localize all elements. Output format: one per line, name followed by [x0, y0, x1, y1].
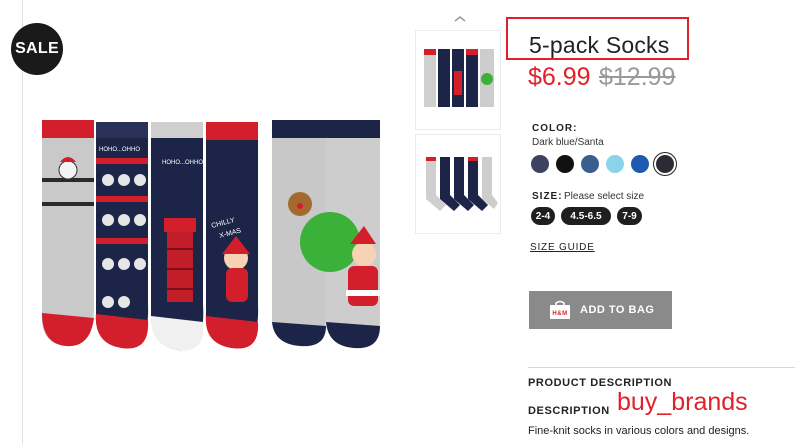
description-divider: [528, 367, 795, 368]
color-swatch-4[interactable]: [606, 155, 624, 173]
product-title: 5-pack Socks: [529, 32, 670, 58]
size-label: SIZE:: [532, 191, 563, 202]
sock-3: HOHO...OHHO: [150, 122, 203, 351]
size-option-label: 7-9: [622, 210, 637, 222]
sock-2: HOHO...OHHO: [95, 122, 149, 349]
color-swatch-5[interactable]: [631, 155, 649, 173]
sock-5-6: [272, 120, 380, 349]
color-swatch-6-selected[interactable]: [656, 155, 674, 173]
add-to-bag-label: ADD TO BAG: [580, 304, 655, 316]
sale-badge-label: SALE: [15, 40, 59, 57]
size-hint: Please select size: [564, 191, 645, 202]
color-label: COLOR:: [532, 123, 578, 134]
description-text: Fine-knit socks in various colors and de…: [528, 425, 750, 437]
original-price: $12.99: [599, 63, 676, 91]
thumbnail-front-image: [424, 49, 494, 107]
chevron-up-icon[interactable]: [453, 14, 467, 24]
sock-4: CHILLY X-MAS: [205, 122, 259, 349]
size-option-label: 2-4: [535, 210, 551, 222]
thumbnail-front[interactable]: [415, 30, 501, 130]
color-swatch-2[interactable]: [556, 155, 574, 173]
description-subheading: DESCRIPTION: [528, 405, 610, 417]
sock-3-hoho-text: HOHO...OHHO: [162, 160, 203, 166]
color-swatch-1[interactable]: [531, 155, 549, 173]
size-option-7-9[interactable]: 7-9: [617, 207, 642, 225]
thumbnail-back[interactable]: [415, 134, 501, 234]
size-option-4-5-6-5[interactable]: 4.5-6.5: [561, 207, 611, 225]
watermark-text: buy_brands: [617, 388, 748, 416]
sale-price: $6.99: [528, 63, 591, 91]
thumbnail-back-image: [426, 157, 498, 211]
color-selected-value: Dark blue/Santa: [532, 137, 604, 148]
sock-1: [41, 120, 94, 347]
sale-badge: SALE: [11, 23, 63, 75]
bag-brand-text: H&M: [552, 311, 567, 317]
shopping-bag-icon: H&M: [549, 300, 571, 320]
size-option-label: 4.5-6.5: [570, 210, 602, 222]
size-option-2-4[interactable]: 2-4: [531, 207, 555, 225]
sock-2-hoho-text: HOHO...OHHO: [99, 147, 140, 153]
size-guide-link[interactable]: SIZE GUIDE: [530, 242, 595, 253]
color-swatch-3[interactable]: [581, 155, 599, 173]
product-main-image[interactable]: HOHO...OHHO HOHO...OHHO CHILLY X-MAS: [30, 108, 402, 360]
add-to-bag-button[interactable]: H&M ADD TO BAG: [529, 291, 672, 329]
